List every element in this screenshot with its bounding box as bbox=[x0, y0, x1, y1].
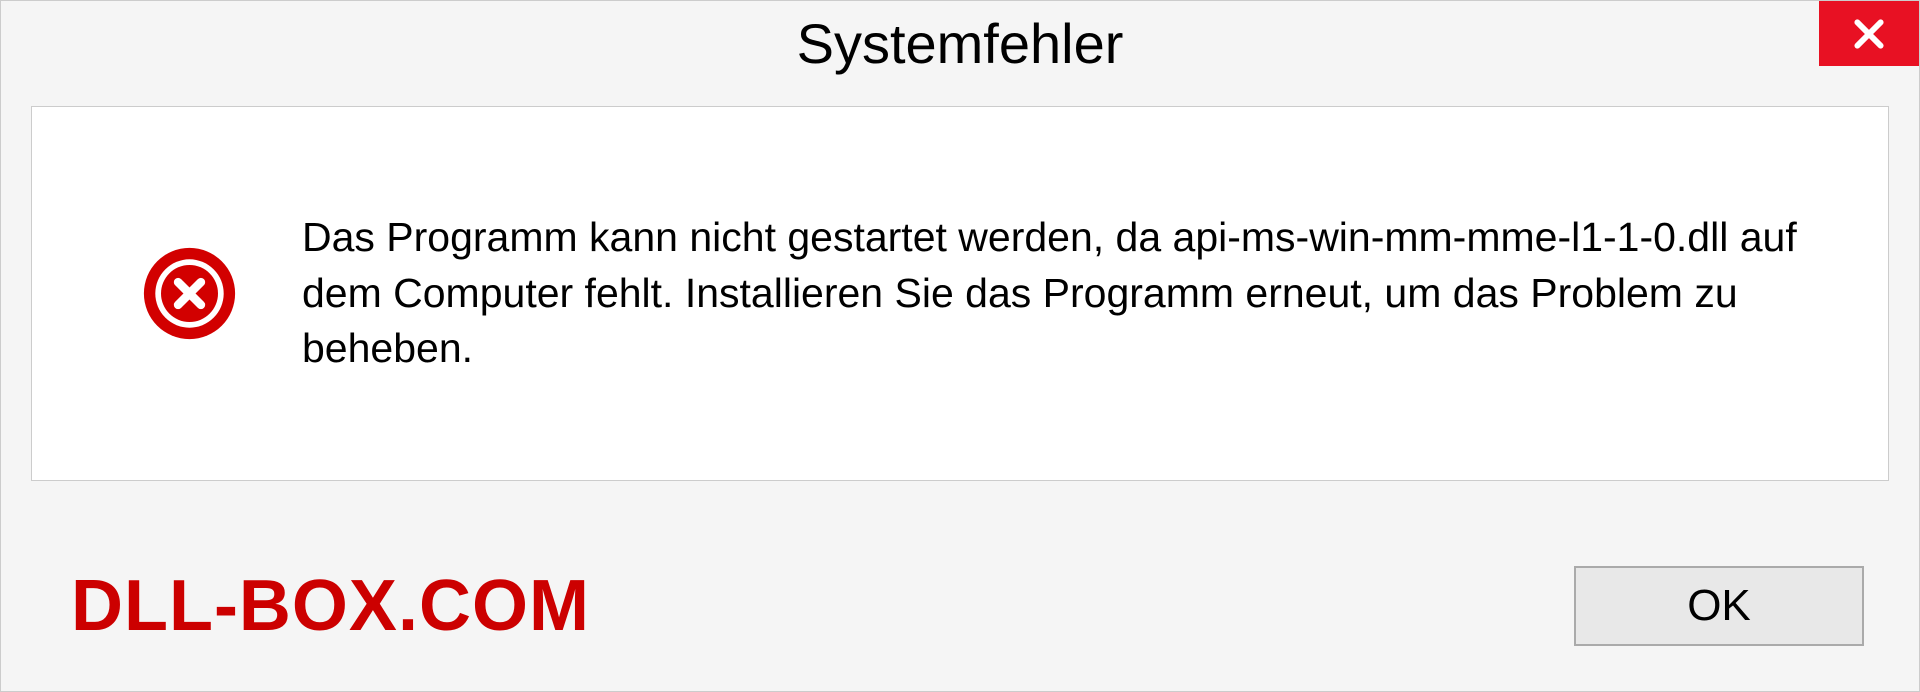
error-message: Das Programm kann nicht gestartet werden… bbox=[302, 210, 1833, 376]
dialog-footer: DLL-BOX.COM OK bbox=[1, 521, 1919, 691]
content-panel: Das Programm kann nicht gestartet werden… bbox=[31, 106, 1889, 481]
watermark-text: DLL-BOX.COM bbox=[71, 565, 590, 647]
error-icon bbox=[142, 246, 237, 341]
close-button[interactable] bbox=[1819, 1, 1919, 66]
dialog-title: Systemfehler bbox=[797, 11, 1124, 76]
error-dialog: Systemfehler Das Programm kann nicht ges… bbox=[0, 0, 1920, 692]
titlebar: Systemfehler bbox=[1, 1, 1919, 86]
close-icon bbox=[1849, 14, 1889, 54]
ok-button[interactable]: OK bbox=[1574, 566, 1864, 646]
